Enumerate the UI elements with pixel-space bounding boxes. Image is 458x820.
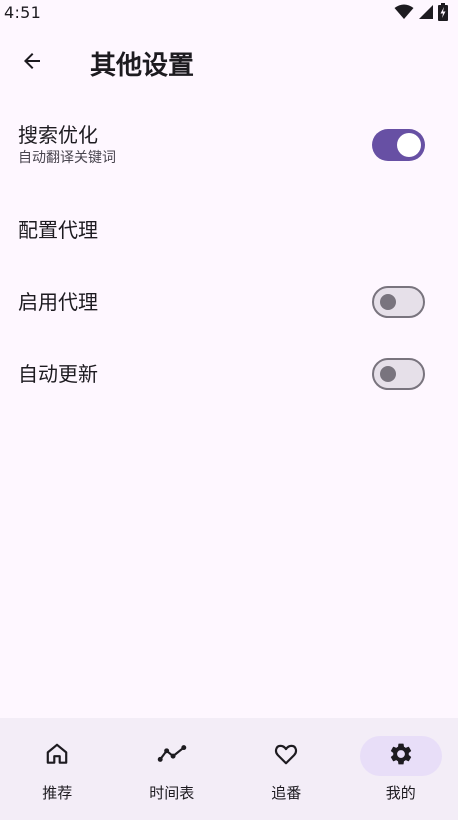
setting-search-optimization[interactable]: 搜索优化 自动翻译关键词 (0, 108, 458, 182)
nav-icon-container (245, 736, 327, 776)
heart-icon (272, 741, 300, 771)
arrow-back-icon (20, 49, 44, 77)
setting-title: 自动更新 (18, 362, 98, 386)
nav-item-mine[interactable]: 我的 (344, 718, 458, 820)
switch-thumb (397, 133, 421, 157)
auto-update-switch[interactable] (372, 358, 425, 390)
gear-icon (388, 741, 414, 771)
switch-thumb (380, 294, 396, 310)
settings-list: 搜索优化 自动翻译关键词 配置代理 启用代理 自动更新 (0, 108, 458, 410)
nav-label: 我的 (385, 784, 416, 802)
battery-charging-icon (438, 3, 448, 21)
setting-text: 搜索优化 自动翻译关键词 (18, 122, 116, 168)
nav-label: 推荐 (42, 784, 73, 802)
setting-enable-proxy[interactable]: 启用代理 (0, 266, 458, 338)
status-icons (394, 3, 448, 21)
bottom-navigation: 推荐 时间表 追番 我的 (0, 718, 458, 820)
nav-item-schedule[interactable]: 时间表 (115, 718, 230, 820)
nav-icon-container (16, 736, 98, 776)
enable-proxy-switch[interactable] (372, 286, 425, 318)
back-button[interactable] (8, 39, 56, 87)
nav-icon-container (131, 736, 213, 776)
wifi-icon (394, 4, 414, 20)
search-optimization-switch[interactable] (372, 129, 425, 161)
setting-configure-proxy[interactable]: 配置代理 (0, 194, 458, 266)
status-time: 4:51 (4, 2, 42, 22)
switch-thumb (380, 366, 396, 382)
timeline-icon (157, 741, 187, 771)
setting-title: 配置代理 (18, 218, 98, 242)
setting-title: 搜索优化 (18, 123, 98, 147)
setting-subtitle: 自动翻译关键词 (18, 150, 116, 166)
page-title: 其他设置 (90, 50, 195, 81)
setting-title: 启用代理 (18, 290, 98, 314)
app-bar: 其他设置 (0, 34, 458, 92)
setting-text: 启用代理 (18, 289, 98, 315)
nav-item-following[interactable]: 追番 (229, 718, 344, 820)
home-icon (44, 741, 70, 771)
nav-label: 追番 (271, 784, 302, 802)
setting-text: 自动更新 (18, 361, 98, 387)
setting-auto-update[interactable]: 自动更新 (0, 338, 458, 410)
signal-icon (418, 4, 434, 20)
nav-active-indicator (359, 736, 442, 776)
status-bar: 4:51 (0, 0, 458, 24)
nav-label: 时间表 (149, 784, 195, 802)
setting-text: 配置代理 (18, 217, 98, 243)
nav-item-recommend[interactable]: 推荐 (0, 718, 115, 820)
